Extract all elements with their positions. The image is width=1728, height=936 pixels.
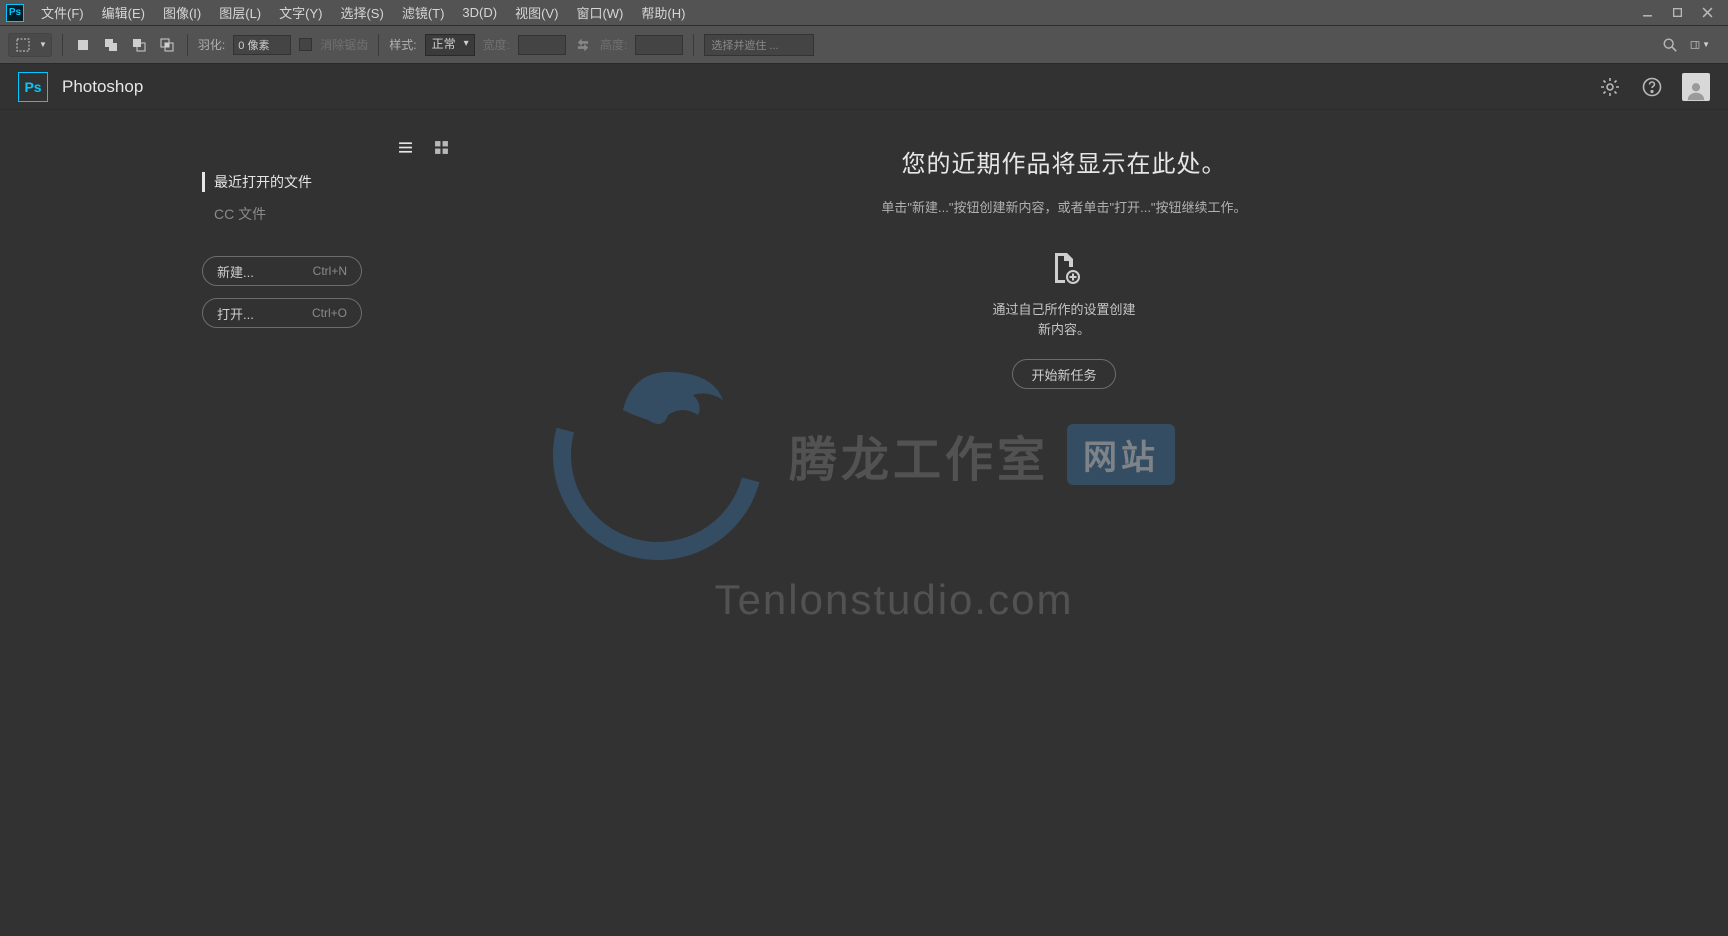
separator (62, 34, 63, 56)
sidebar-item-recent[interactable]: 最近打开的文件 (196, 166, 400, 198)
sidebar-nav: 最近打开的文件 CC 文件 (0, 166, 400, 230)
hero-subtitle: 单击"新建..."按钮创建新内容，或者单击"打开..."按钮继续工作。 (440, 197, 1688, 216)
sidebar-actions: 新建... Ctrl+N 打开... Ctrl+O (0, 256, 400, 328)
width-label: 宽度: (483, 36, 510, 53)
add-selection-icon[interactable] (101, 36, 121, 54)
menu-image[interactable]: 图像(I) (154, 0, 210, 26)
window-controls (1632, 3, 1722, 23)
new-document-icon (1046, 250, 1082, 286)
maximize-button[interactable] (1662, 3, 1692, 23)
open-button-label: 打开... (217, 304, 254, 323)
menu-help[interactable]: 帮助(H) (632, 0, 694, 26)
gear-icon[interactable] (1598, 75, 1622, 99)
help-icon[interactable] (1640, 75, 1664, 99)
antialias-checkbox (299, 38, 312, 51)
app-logo-icon: Ps (18, 72, 48, 102)
marquee-tool-icon (13, 36, 33, 54)
close-button[interactable] (1692, 3, 1722, 23)
intersect-selection-icon[interactable] (157, 36, 177, 54)
swap-dimensions-icon[interactable] (574, 36, 592, 54)
hero-description: 通过自己所作的设置创建 新内容。 (440, 300, 1688, 339)
app-title: Photoshop (62, 77, 143, 97)
menu-layer[interactable]: 图层(L) (210, 0, 270, 26)
feather-label: 羽化: (198, 36, 225, 53)
open-button[interactable]: 打开... Ctrl+O (202, 298, 362, 328)
menu-window[interactable]: 窗口(W) (567, 0, 632, 26)
workspace-switcher-icon[interactable]: ▼ (1690, 35, 1710, 55)
menu-file[interactable]: 文件(F) (32, 0, 93, 26)
style-label: 样式: (389, 36, 416, 53)
home-header: Ps Photoshop (0, 64, 1728, 110)
menu-view[interactable]: 视图(V) (506, 0, 567, 26)
separator (693, 34, 694, 56)
menu-text[interactable]: 文字(Y) (270, 0, 331, 26)
menu-bar: Ps 文件(F) 编辑(E) 图像(I) 图层(L) 文字(Y) 选择(S) 滤… (0, 0, 1728, 26)
width-input (518, 35, 566, 55)
height-label: 高度: (600, 36, 627, 53)
antialias-label: 消除锯齿 (320, 36, 368, 53)
menu-select[interactable]: 选择(S) (331, 0, 392, 26)
home-main: 最近打开的文件 CC 文件 新建... Ctrl+N 打开... Ctrl+O … (0, 110, 1728, 936)
search-icon[interactable] (1660, 35, 1680, 55)
open-button-shortcut: Ctrl+O (312, 306, 347, 320)
new-selection-icon[interactable] (73, 36, 93, 54)
user-avatar[interactable] (1682, 73, 1710, 101)
options-bar: ▼ 羽化: 消除锯齿 样式: 正常 宽度: 高度: 选择并遮住 ... ▼ (0, 26, 1728, 64)
hero-title: 您的近期作品将显示在此处。 (440, 144, 1688, 179)
new-button-label: 新建... (217, 262, 254, 281)
menu-3d[interactable]: 3D(D) (453, 0, 506, 26)
tool-preset[interactable]: ▼ (8, 33, 52, 57)
separator (378, 34, 379, 56)
new-button[interactable]: 新建... Ctrl+N (202, 256, 362, 286)
feather-input[interactable] (233, 35, 291, 55)
minimize-button[interactable] (1632, 3, 1662, 23)
select-and-mask-button[interactable]: 选择并遮住 ... (704, 34, 814, 56)
start-new-task-button[interactable]: 开始新任务 (1012, 359, 1116, 389)
app-logo-icon: Ps (6, 4, 24, 22)
sidebar-item-ccfiles[interactable]: CC 文件 (196, 198, 400, 230)
separator (187, 34, 188, 56)
height-input (635, 35, 683, 55)
menu-filter[interactable]: 滤镜(T) (393, 0, 454, 26)
new-button-shortcut: Ctrl+N (313, 264, 347, 278)
menu-edit[interactable]: 编辑(E) (93, 0, 154, 26)
content-area: 您的近期作品将显示在此处。 单击"新建..."按钮创建新内容，或者单击"打开..… (400, 110, 1728, 936)
style-select[interactable]: 正常 (425, 34, 475, 56)
subtract-selection-icon[interactable] (129, 36, 149, 54)
chevron-down-icon: ▼ (39, 40, 47, 49)
sidebar: 最近打开的文件 CC 文件 新建... Ctrl+N 打开... Ctrl+O (0, 110, 400, 936)
